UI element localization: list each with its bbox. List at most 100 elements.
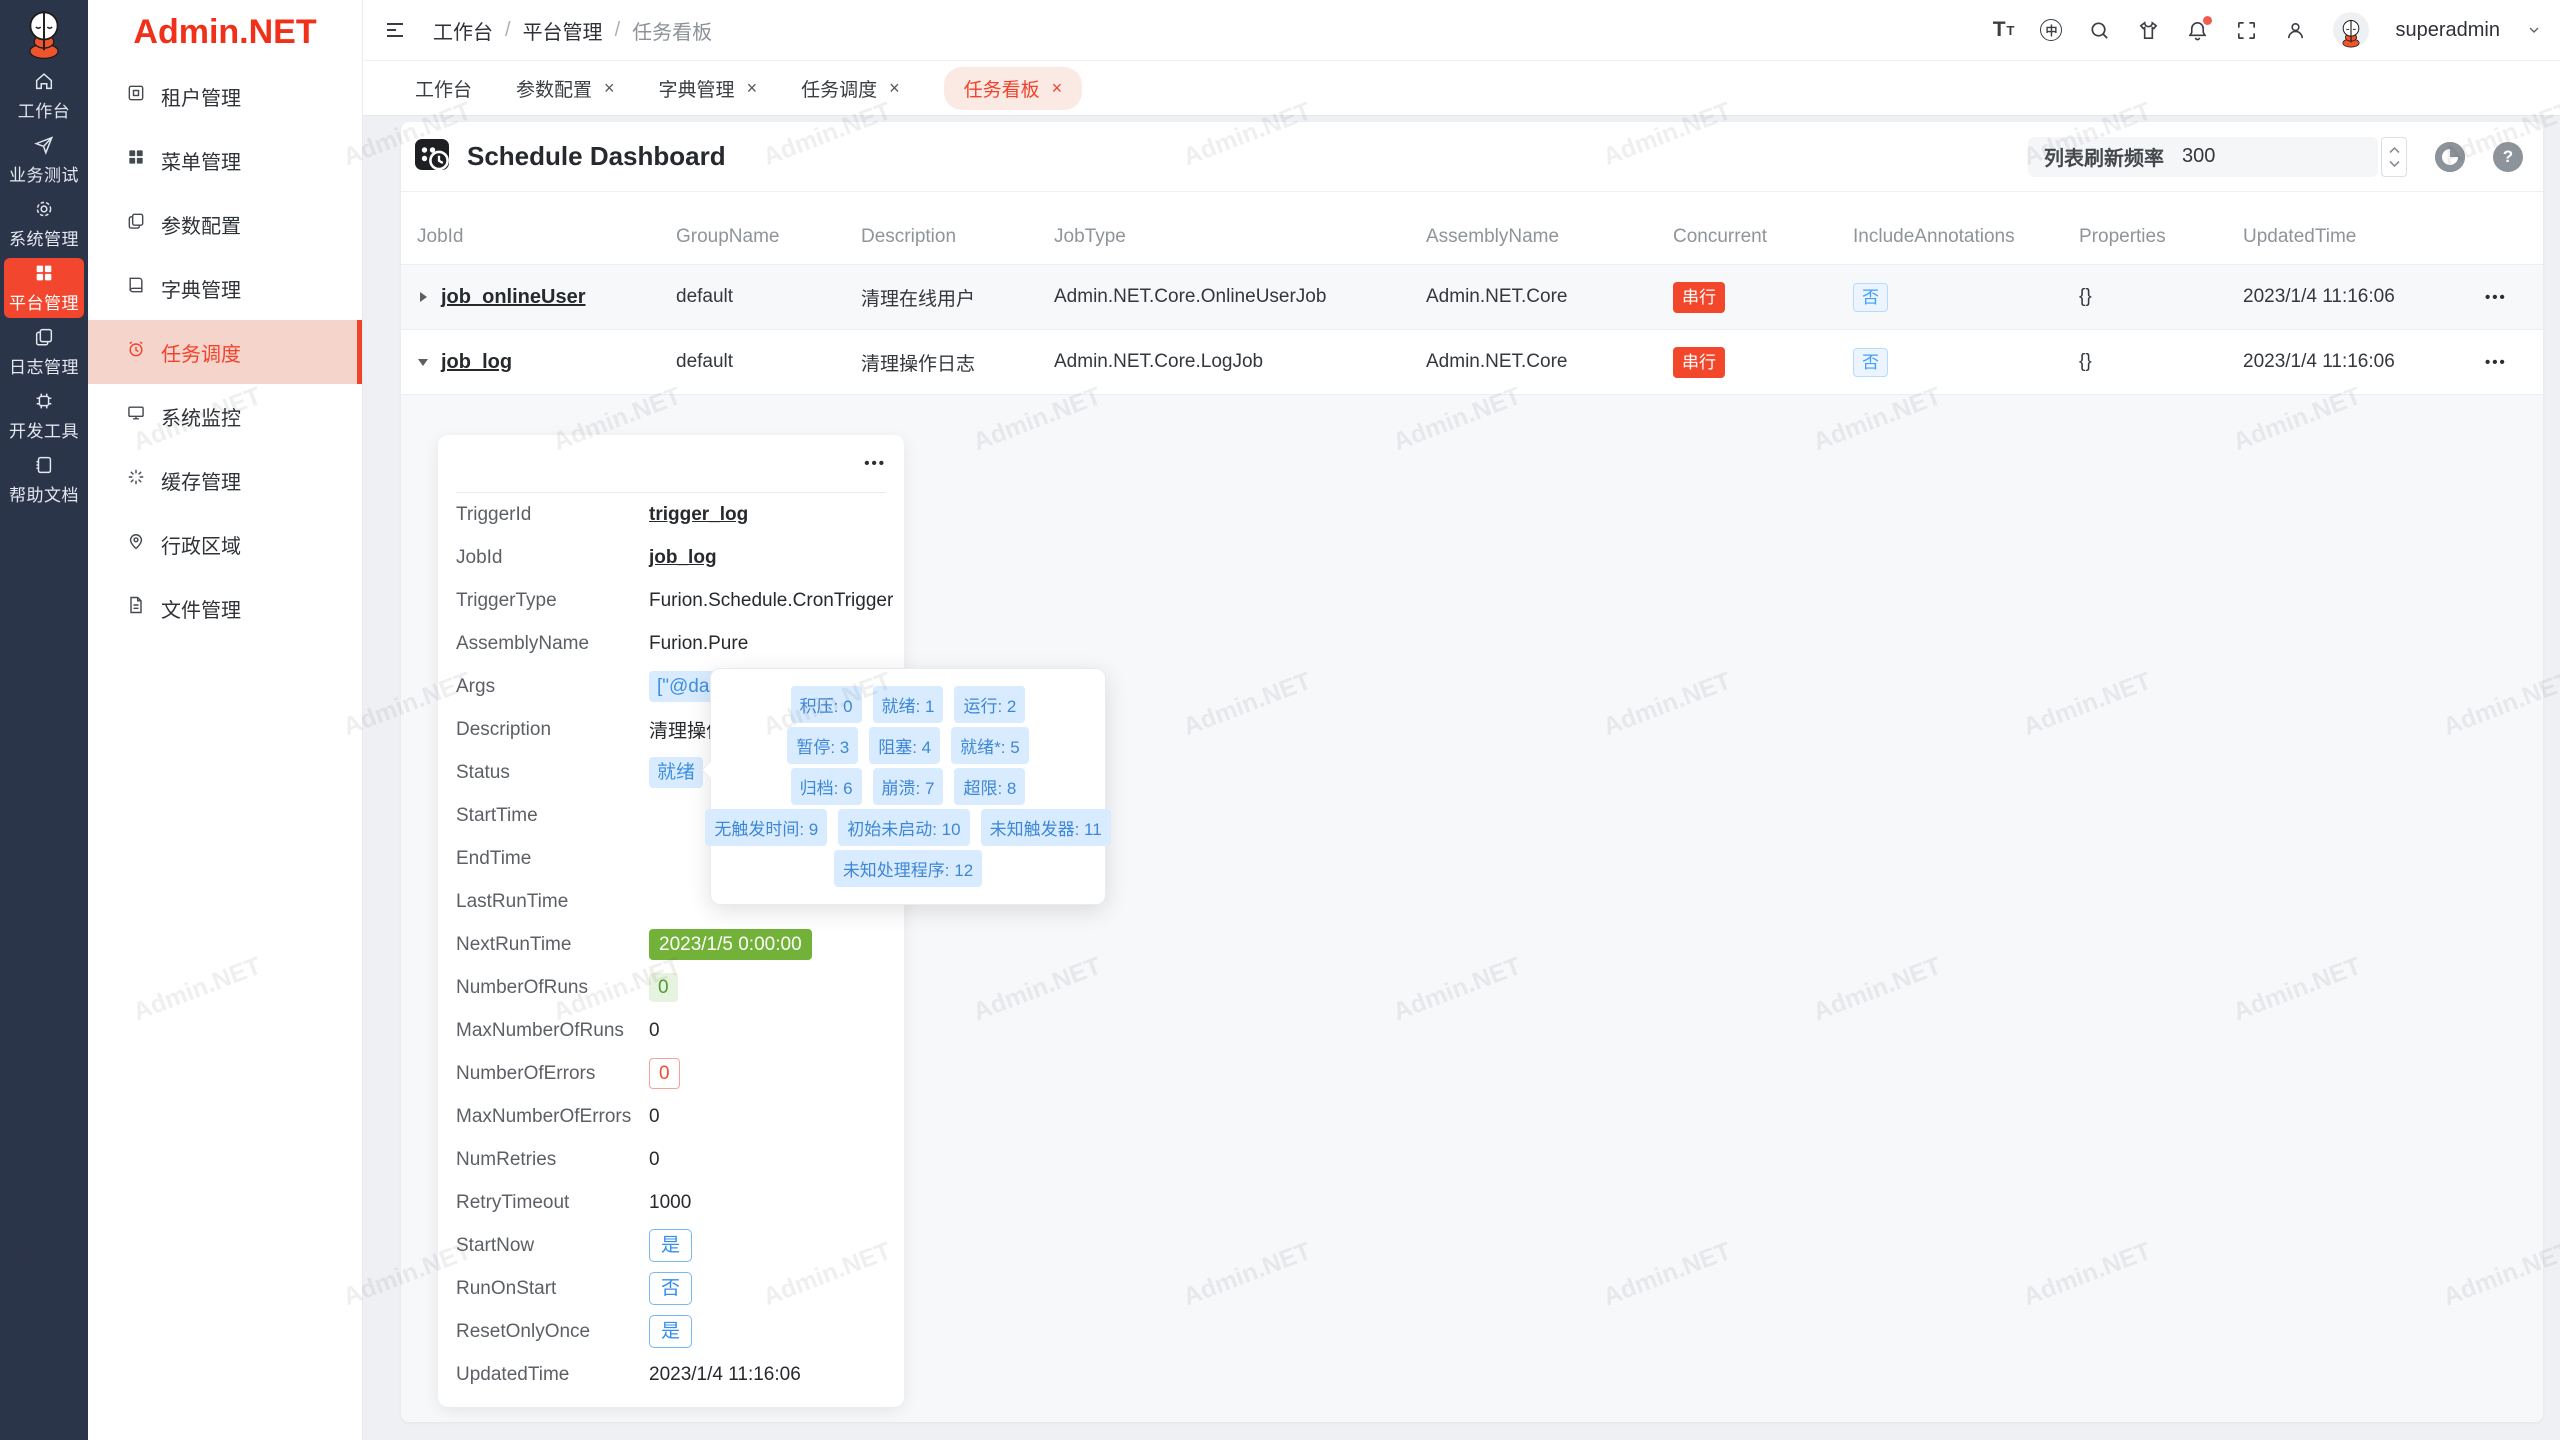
tab-workbench[interactable]: 工作台 bbox=[415, 75, 472, 102]
rail-item-help-docs[interactable]: 帮助文档 bbox=[4, 450, 84, 510]
app-root: 工作台 业务测试 系统管理 平台管理 日志管理 bbox=[0, 0, 2560, 1440]
detail-value: 0 bbox=[649, 1149, 660, 1171]
schedule-calendar-icon bbox=[413, 134, 453, 179]
sidebar-item-cache[interactable]: 缓存管理 bbox=[88, 448, 362, 512]
grid-icon bbox=[33, 262, 55, 284]
refresh-rate-input[interactable]: 列表刷新频率 300 bbox=[2028, 137, 2378, 177]
tab-label: 工作台 bbox=[415, 75, 472, 102]
stepper-up-icon[interactable] bbox=[2389, 147, 2400, 154]
username[interactable]: superadmin bbox=[2395, 19, 2500, 42]
sidebar-item-task-schedule[interactable]: 任务调度 bbox=[88, 320, 362, 384]
breadcrumb-item-current: 任务看板 bbox=[632, 16, 712, 45]
app-logo[interactable] bbox=[18, 0, 70, 64]
breadcrumb-separator: / bbox=[615, 19, 621, 42]
updated-time-cell: 2023/1/4 11:16:06 bbox=[2208, 286, 2450, 308]
dictionary-book-icon bbox=[126, 275, 146, 301]
sidebar-item-tenant[interactable]: 租户管理 bbox=[88, 64, 362, 128]
tab-label: 字典管理 bbox=[659, 75, 735, 102]
font-size-icon[interactable]: TT bbox=[1993, 18, 2015, 42]
tab-task-schedule[interactable]: 任务调度 × bbox=[801, 75, 900, 102]
tab-dict[interactable]: 字典管理 × bbox=[659, 75, 758, 102]
row-more-button[interactable]: ••• bbox=[2485, 289, 2507, 306]
close-icon[interactable]: × bbox=[1052, 78, 1063, 99]
trigger-id-link[interactable]: trigger_log bbox=[649, 504, 748, 526]
breadcrumb-separator: / bbox=[505, 19, 511, 42]
notifications-bell-icon[interactable] bbox=[2186, 19, 2209, 42]
file-icon bbox=[126, 595, 146, 621]
timer-icon[interactable] bbox=[2435, 142, 2465, 172]
card-header-actions: 列表刷新频率 300 bbox=[2028, 137, 2523, 177]
language-icon[interactable]: 中 bbox=[2040, 19, 2062, 41]
detail-label: StartTime bbox=[456, 805, 649, 827]
job-id-link[interactable]: job_log bbox=[441, 351, 512, 374]
breadcrumb-item[interactable]: 平台管理 bbox=[523, 16, 603, 45]
breadcrumb-item[interactable]: 工作台 bbox=[433, 16, 493, 45]
next-run-time-badge: 2023/1/5 0:00:00 bbox=[649, 929, 812, 960]
detail-label: MaxNumberOfRuns bbox=[456, 1020, 649, 1042]
rail-item-label: 日志管理 bbox=[9, 353, 79, 378]
stepper-down-icon[interactable] bbox=[2389, 160, 2400, 167]
properties-cell: {} bbox=[2044, 286, 2208, 308]
close-icon[interactable]: × bbox=[889, 78, 900, 99]
rail-item-platform-mgmt[interactable]: 平台管理 bbox=[4, 258, 84, 318]
tab-params[interactable]: 参数配置 × bbox=[516, 75, 615, 102]
detail-label: AssemblyName bbox=[456, 633, 649, 655]
detail-label: TriggerType bbox=[456, 590, 649, 612]
detail-label: ResetOnlyOnce bbox=[456, 1321, 649, 1343]
map-pin-icon bbox=[126, 531, 146, 557]
avatar[interactable] bbox=[2333, 12, 2369, 48]
monitor-icon bbox=[126, 403, 146, 429]
rail-item-label: 工作台 bbox=[18, 97, 71, 122]
sidebar-item-dict[interactable]: 字典管理 bbox=[88, 256, 362, 320]
table-row[interactable]: job_onlineUser default 清理在线用户 Admin.NET.… bbox=[401, 264, 2543, 329]
column-header: UpdatedTime bbox=[2208, 226, 2450, 248]
detail-label: UpdatedTime bbox=[456, 1364, 649, 1386]
sidebar-item-files[interactable]: 文件管理 bbox=[88, 576, 362, 640]
reset-only-once-badge: 是 bbox=[649, 1315, 692, 1348]
tab-task-dashboard[interactable]: 任务看板 × bbox=[944, 67, 1083, 110]
sidebar-item-label: 文件管理 bbox=[161, 594, 241, 623]
rail-item-business-test[interactable]: 业务测试 bbox=[4, 130, 84, 190]
menu-fold-icon[interactable] bbox=[383, 18, 407, 42]
start-now-badge: 是 bbox=[649, 1229, 692, 1262]
spinner-icon bbox=[126, 467, 146, 493]
rail-item-log-mgmt[interactable]: 日志管理 bbox=[4, 322, 84, 382]
table-row[interactable]: job_log default 清理操作日志 Admin.NET.Core.Lo… bbox=[401, 329, 2543, 394]
column-header: Concurrent bbox=[1638, 226, 1818, 248]
chevron-down-icon[interactable] bbox=[2526, 22, 2542, 38]
rail-item-system-mgmt[interactable]: 系统管理 bbox=[4, 194, 84, 254]
sidebar-item-region[interactable]: 行政区域 bbox=[88, 512, 362, 576]
sidebar-item-label: 缓存管理 bbox=[161, 466, 241, 495]
status-badge: 就绪 bbox=[649, 757, 703, 788]
assembly-name-cell: Admin.NET.Core bbox=[1391, 351, 1638, 373]
user-outline-icon[interactable] bbox=[2284, 19, 2307, 42]
rail-item-workbench[interactable]: 工作台 bbox=[4, 66, 84, 126]
help-icon[interactable]: ? bbox=[2493, 142, 2523, 172]
status-legend-badge: 未知触发器: 11 bbox=[981, 809, 1111, 846]
sidebar-item-params[interactable]: 参数配置 bbox=[88, 192, 362, 256]
detail-value: Furion.Schedule.CronTrigger bbox=[649, 590, 893, 612]
job-id-link[interactable]: job_onlineUser bbox=[441, 286, 585, 309]
fullscreen-icon[interactable] bbox=[2235, 19, 2258, 42]
expand-caret-down-icon[interactable] bbox=[417, 356, 429, 368]
expand-caret-right-icon[interactable] bbox=[417, 291, 429, 303]
concurrent-badge: 串行 bbox=[1673, 347, 1725, 378]
status-legend-badge: 未知处理程序: 12 bbox=[834, 850, 982, 887]
row-more-button[interactable]: ••• bbox=[2485, 354, 2507, 371]
detail-label: EndTime bbox=[456, 848, 649, 870]
theme-tshirt-icon[interactable] bbox=[2137, 19, 2160, 42]
copy-docs-icon bbox=[126, 211, 146, 237]
close-icon[interactable]: × bbox=[604, 78, 615, 99]
job-id-link[interactable]: job_log bbox=[649, 547, 717, 569]
column-header: AssemblyName bbox=[1391, 226, 1638, 248]
search-icon[interactable] bbox=[2088, 19, 2111, 42]
book-icon bbox=[33, 454, 55, 476]
top-header: 工作台 / 平台管理 / 任务看板 TT 中 bbox=[363, 0, 2560, 61]
rail-item-dev-tools[interactable]: 开发工具 bbox=[4, 386, 84, 446]
sidebar-item-monitor[interactable]: 系统监控 bbox=[88, 384, 362, 448]
close-icon[interactable]: × bbox=[747, 78, 758, 99]
detail-label: NumRetries bbox=[456, 1149, 649, 1171]
rail-item-label: 系统管理 bbox=[9, 225, 79, 250]
sidebar-item-menu[interactable]: 菜单管理 bbox=[88, 128, 362, 192]
detail-more-button[interactable]: ••• bbox=[864, 455, 886, 472]
